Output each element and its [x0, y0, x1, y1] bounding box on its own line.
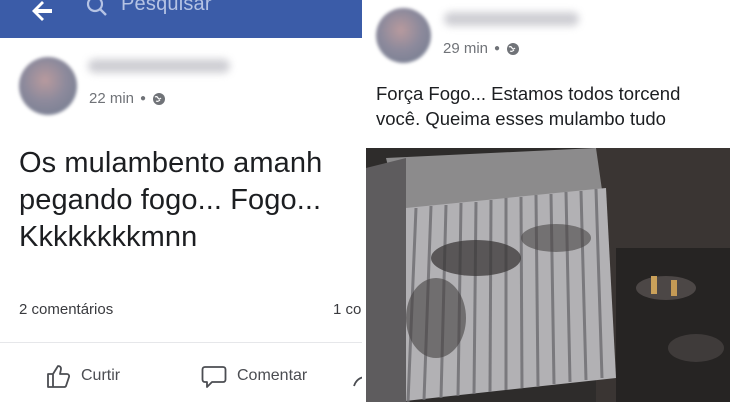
globe-icon	[507, 42, 520, 55]
meta-separator: ●	[494, 43, 501, 54]
author-name-blurred[interactable]	[88, 59, 230, 73]
author-name-blurred[interactable]	[444, 12, 579, 26]
divider	[0, 342, 362, 343]
globe-icon	[153, 92, 166, 105]
post-text: Os mulambento amanh pegando fogo... Fogo…	[19, 145, 322, 256]
post-text-line: Os mulambento amanh	[19, 147, 323, 179]
post-time[interactable]: 29 min	[443, 40, 488, 57]
right-screenshot: 29 min ● Força Fogo... Estamos todos tor…	[366, 0, 730, 402]
post-meta: 29 min ●	[443, 40, 520, 57]
post-text-line: você. Queima esses mulambo tudo	[376, 107, 666, 129]
avatar[interactable]	[376, 8, 431, 63]
post-text-line: pegando fogo... Fogo...	[19, 184, 322, 216]
like-icon	[47, 365, 71, 388]
search-icon[interactable]	[85, 0, 109, 18]
comment-icon	[201, 366, 227, 388]
like-button[interactable]: Curtir	[44, 362, 120, 390]
share-count[interactable]: 1 co	[333, 301, 361, 318]
post-time[interactable]: 22 min	[89, 90, 134, 107]
meta-separator: ●	[140, 93, 147, 104]
post-meta: 22 min ●	[89, 90, 166, 107]
post-text: Força Fogo... Estamos todos torcend você…	[376, 82, 680, 132]
post-text-line: Força Fogo... Estamos todos torcend	[376, 83, 681, 104]
comment-button[interactable]: Comentar	[200, 362, 307, 390]
left-screenshot: Pesquisar 22 min ● Os mulambento amanh p…	[0, 0, 362, 402]
avatar[interactable]	[19, 57, 77, 115]
back-arrow-icon[interactable]	[30, 0, 56, 24]
search-input[interactable]: Pesquisar	[121, 0, 212, 16]
post-photo[interactable]	[366, 148, 730, 402]
like-label: Curtir	[81, 367, 121, 384]
comment-label: Comentar	[237, 367, 308, 384]
burned-roof-image	[366, 148, 730, 402]
comment-count[interactable]: 2 comentários	[19, 301, 113, 318]
post-text-line: Kkkkkkkkmnn	[19, 221, 198, 253]
share-icon[interactable]	[352, 364, 362, 392]
top-navigation-bar: Pesquisar	[0, 0, 362, 38]
